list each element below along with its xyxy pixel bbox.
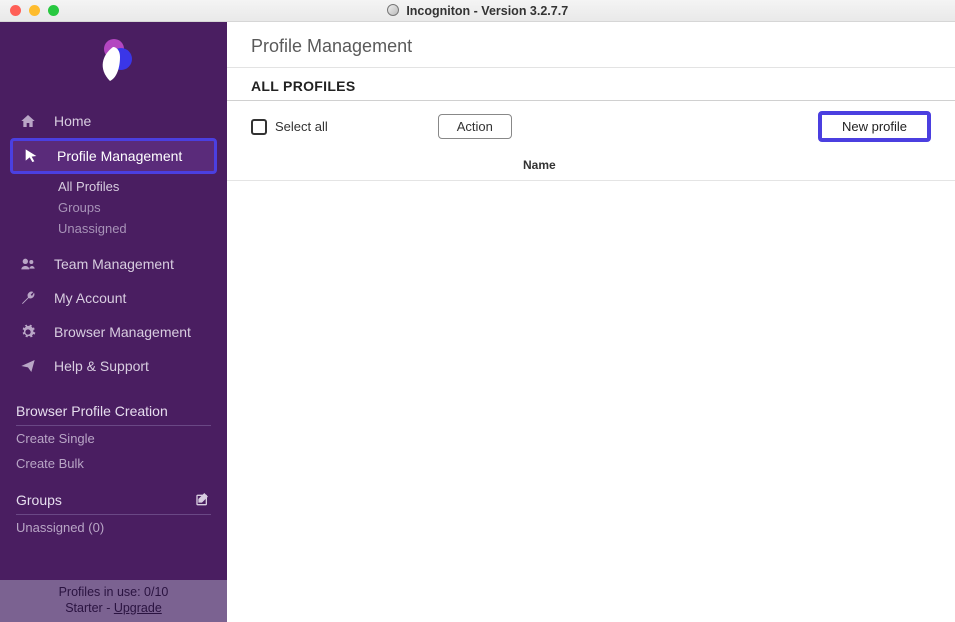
page-title: Profile Management <box>227 22 955 68</box>
group-unassigned-link[interactable]: Unassigned (0) <box>16 515 211 540</box>
section-groups: Groups Unassigned (0) <box>0 486 227 540</box>
profile-management-subnav: All Profiles Groups Unassigned <box>0 174 227 247</box>
section-profile-creation: Browser Profile Creation Create Single C… <box>0 397 227 476</box>
sidebar-item-label: My Account <box>54 290 126 306</box>
section-profile-creation-header: Browser Profile Creation <box>16 397 211 426</box>
sidebar-footer: Profiles in use: 0/10 Starter - Upgrade <box>0 580 227 622</box>
cursor-icon <box>23 148 41 164</box>
sidebar-item-label: Browser Management <box>54 324 191 340</box>
select-all-label: Select all <box>275 119 328 134</box>
action-button[interactable]: Action <box>438 114 512 139</box>
sidebar-item-profile-management[interactable]: Profile Management <box>10 138 217 174</box>
profiles-table-body <box>227 181 955 622</box>
sidebar-item-my-account[interactable]: My Account <box>0 281 227 315</box>
edit-groups-icon[interactable] <box>195 492 211 508</box>
subnav-unassigned[interactable]: Unassigned <box>58 218 227 239</box>
window-title-text: Incogniton - Version 3.2.7.7 <box>406 4 568 18</box>
main-content: Profile Management ALL PROFILES Select a… <box>227 22 955 622</box>
profiles-in-use-label: Profiles in use: 0/10 <box>0 584 227 600</box>
wrench-icon <box>20 290 38 306</box>
create-bulk-link[interactable]: Create Bulk <box>16 451 211 476</box>
window-titlebar: Incogniton - Version 3.2.7.7 <box>0 0 955 22</box>
globe-icon <box>387 4 399 16</box>
section-groups-header: Groups <box>16 486 211 515</box>
sidebar-nav: Home Profile Management All Profiles Gro… <box>0 100 227 387</box>
profiles-table-header: Name <box>227 150 955 181</box>
window-title: Incogniton - Version 3.2.7.7 <box>0 4 955 18</box>
window-controls <box>0 5 59 16</box>
column-name-header: Name <box>283 158 556 172</box>
create-single-link[interactable]: Create Single <box>16 426 211 451</box>
sidebar: Home Profile Management All Profiles Gro… <box>0 22 227 622</box>
gear-icon <box>20 324 38 340</box>
minimize-window-button[interactable] <box>29 5 40 16</box>
sidebar-item-label: Home <box>54 113 91 129</box>
sidebar-item-label: Help & Support <box>54 358 149 374</box>
sidebar-item-help-support[interactable]: Help & Support <box>0 349 227 383</box>
new-profile-button[interactable]: New profile <box>818 111 931 142</box>
close-window-button[interactable] <box>10 5 21 16</box>
select-all-checkbox[interactable] <box>251 119 267 135</box>
section-header-label: Groups <box>16 492 62 508</box>
sidebar-item-label: Team Management <box>54 256 174 272</box>
sidebar-item-team-management[interactable]: Team Management <box>0 247 227 281</box>
profiles-toolbar: Select all Action New profile <box>227 101 955 150</box>
home-icon <box>20 113 38 129</box>
section-header-label: Browser Profile Creation <box>16 403 168 419</box>
logo <box>0 22 227 100</box>
sidebar-item-home[interactable]: Home <box>0 104 227 138</box>
plan-line: Starter - Upgrade <box>0 600 227 616</box>
subnav-groups[interactable]: Groups <box>58 197 227 218</box>
select-all-control[interactable]: Select all <box>251 119 328 135</box>
team-icon <box>20 256 38 272</box>
all-profiles-subheader: ALL PROFILES <box>227 68 955 101</box>
sidebar-item-browser-management[interactable]: Browser Management <box>0 315 227 349</box>
upgrade-link[interactable]: Upgrade <box>114 601 162 615</box>
subnav-all-profiles[interactable]: All Profiles <box>58 176 227 197</box>
paper-plane-icon <box>20 358 38 374</box>
plan-name: Starter - <box>65 601 114 615</box>
sidebar-item-label: Profile Management <box>57 148 182 164</box>
all-profiles-heading: ALL PROFILES <box>251 78 931 94</box>
maximize-window-button[interactable] <box>48 5 59 16</box>
